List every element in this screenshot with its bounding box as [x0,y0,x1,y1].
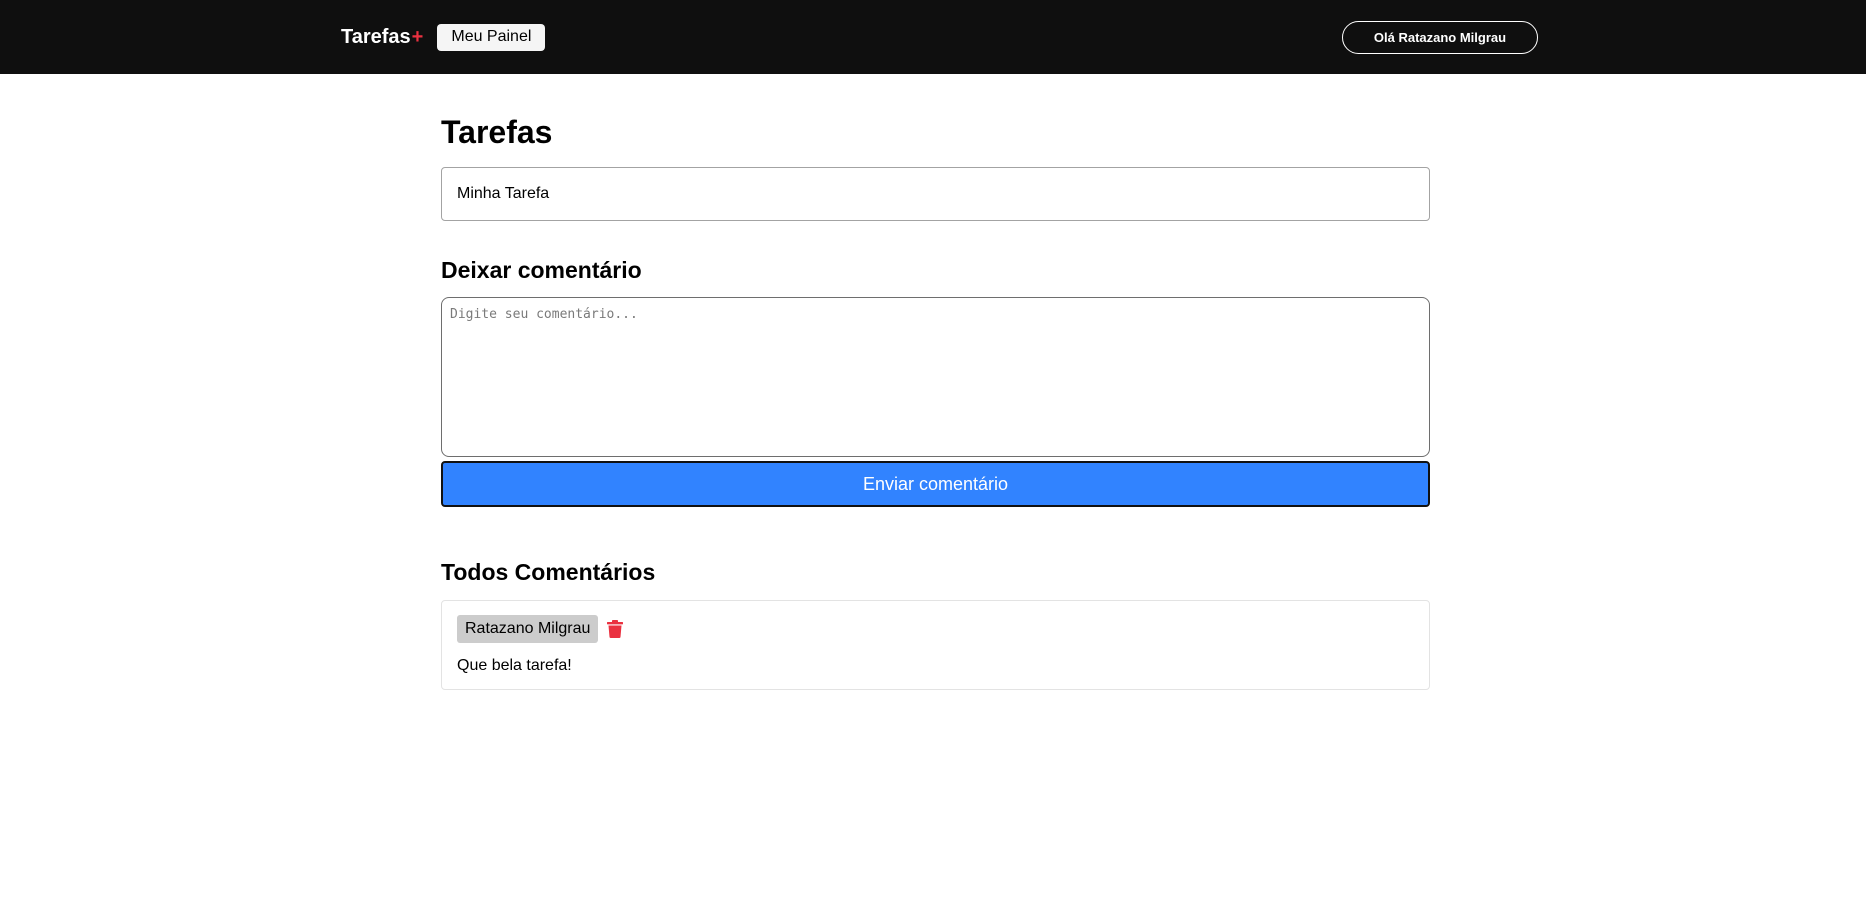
main-content: Tarefas Minha Tarefa Deixar comentário E… [441,74,1430,690]
comment-author-tag: Ratazano Milgrau [457,615,599,643]
comment-header: Ratazano Milgrau [457,615,1414,643]
page-title: Tarefas [441,114,553,150]
comment-text: Que bela tarefa! [457,657,572,674]
task-text: Minha Tarefa [457,185,550,202]
comment-textarea[interactable] [441,297,1430,457]
brand-plus-sign: + [411,25,424,48]
top-navbar: Tarefas + Meu Painel Olá Ratazano Milgrau [0,0,1866,74]
all-comments-heading: Todos Comentários [441,559,656,585]
my-panel-button[interactable]: Meu Painel [437,23,546,51]
trash-icon[interactable] [606,619,624,639]
leave-comment-heading: Deixar comentário [441,257,642,283]
user-greeting-button[interactable]: Olá Ratazano Milgrau [1342,20,1538,54]
brand-logo[interactable]: Tarefas + [341,26,423,49]
comment-card: Ratazano Milgrau Que bela tarefa! [441,600,1430,690]
task-display: Minha Tarefa [441,167,1430,221]
brand-text: Tarefas [341,25,411,48]
send-comment-button[interactable]: Enviar comentário [441,461,1430,507]
navbar-left: Tarefas + Meu Painel [341,23,546,51]
